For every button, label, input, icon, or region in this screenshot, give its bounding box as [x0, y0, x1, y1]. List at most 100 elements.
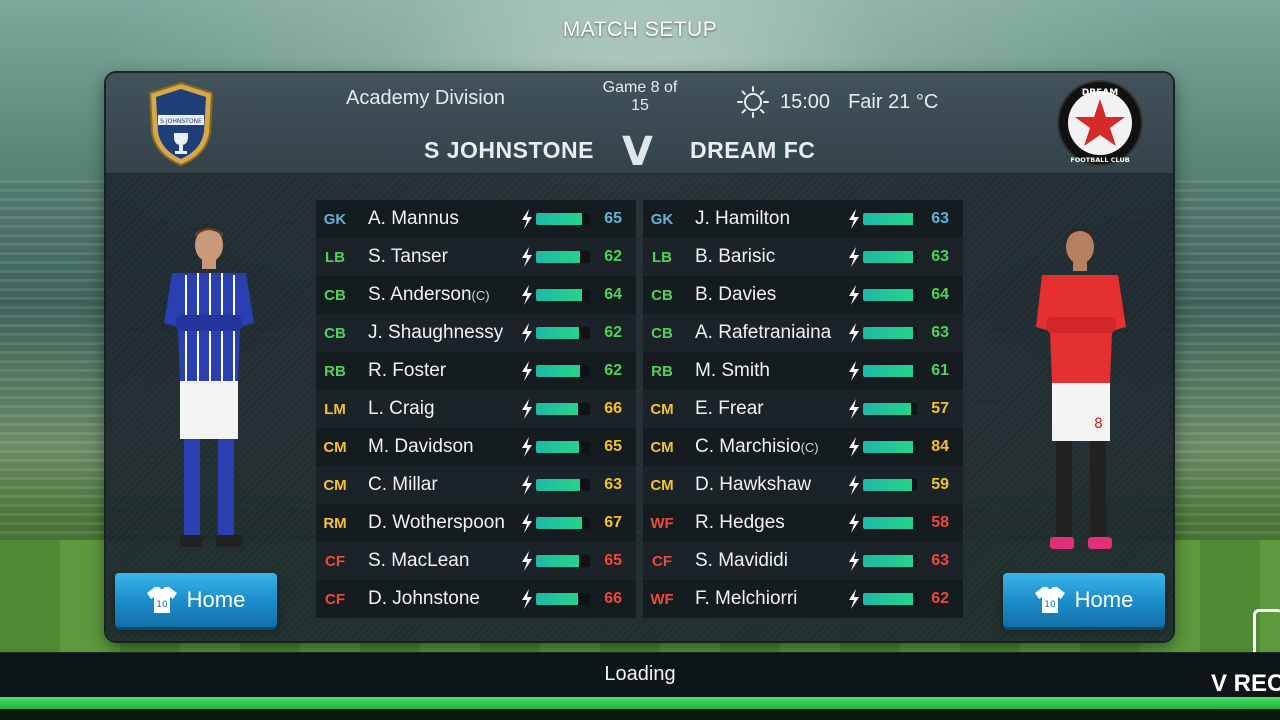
- player-row[interactable]: RB M. Smith 61: [643, 352, 963, 390]
- player-row[interactable]: LB S. Tanser 62: [316, 238, 636, 276]
- player-row[interactable]: CB B. Davies 64: [643, 276, 963, 314]
- player-row[interactable]: GK A. Mannus 65: [316, 200, 636, 238]
- player-rating: 62: [931, 590, 949, 607]
- player-row[interactable]: CM D. Hawkshaw 59: [643, 466, 963, 504]
- energy-bar: [536, 327, 590, 339]
- player-rating: 62: [604, 362, 622, 379]
- captain-badge: (C): [800, 440, 819, 455]
- lightning-icon: [522, 589, 532, 609]
- player-name: R. Hedges: [695, 512, 785, 533]
- lightning-icon: [849, 361, 859, 381]
- lightning-icon: [849, 513, 859, 533]
- player-name: J. Hamilton: [695, 208, 791, 229]
- lightning-icon: [522, 323, 532, 343]
- player-position: GK: [323, 210, 347, 228]
- energy-bar-fill: [863, 213, 913, 225]
- energy-bar: [536, 213, 590, 225]
- player-name: S. Tanser: [368, 246, 448, 267]
- away-team-name: DREAM FC: [690, 137, 816, 163]
- lightning-icon: [849, 399, 859, 419]
- player-name: A. Rafetraniaina: [695, 322, 832, 343]
- energy-meter: [847, 475, 917, 495]
- loading-status: Loading: [604, 663, 676, 685]
- energy-bar-fill: [536, 251, 581, 263]
- player-name-cell: F. Melchiorri: [681, 588, 847, 610]
- player-row[interactable]: CF S. MacLean 65: [316, 542, 636, 580]
- player-row[interactable]: CF D. Johnstone 66: [316, 580, 636, 618]
- player-name: E. Frear: [695, 398, 764, 419]
- away-crest-icon: DREAM FOOTBALL CLUB: [1057, 80, 1143, 166]
- player-row[interactable]: LB B. Barisic 63: [643, 238, 963, 276]
- energy-bar: [536, 403, 590, 415]
- home-kit-button[interactable]: 10 Home: [115, 573, 277, 627]
- player-position: CB: [324, 286, 346, 304]
- energy-meter: [847, 513, 917, 533]
- player-rating: 59: [931, 476, 949, 493]
- match-header: S JOHNSTONE Academy Division Game 8 of 1…: [106, 73, 1173, 175]
- lightning-icon: [849, 437, 859, 457]
- energy-bar: [536, 517, 590, 529]
- kickoff-time: 15:00: [780, 90, 831, 113]
- recorder-icon: [1253, 609, 1280, 657]
- player-row[interactable]: WF F. Melchiorri 62: [643, 580, 963, 618]
- player-row[interactable]: CM E. Frear 57: [643, 390, 963, 428]
- player-rating: 64: [604, 286, 622, 303]
- player-row[interactable]: CB J. Shaughnessy 62: [316, 314, 636, 352]
- energy-meter: [847, 285, 917, 305]
- energy-bar: [863, 327, 917, 339]
- energy-bar-fill: [863, 517, 913, 529]
- player-name: F. Melchiorri: [695, 588, 798, 609]
- player-name: C. Millar: [368, 474, 438, 495]
- player-name: M. Davidson: [368, 436, 474, 457]
- energy-bar: [863, 479, 917, 491]
- player-name-cell: C. Marchisio(C): [681, 436, 847, 458]
- home-lineup: GK A. Mannus 65 LB S. Tanser 62 CB S. Anderson(…: [316, 200, 636, 618]
- player-row[interactable]: LM L. Craig 66: [316, 390, 636, 428]
- player-row[interactable]: CB A. Rafetraniaina 63: [643, 314, 963, 352]
- player-name: J. Shaughnessy: [368, 322, 504, 343]
- shirt-icon: 10: [1034, 587, 1065, 613]
- lightning-icon: [522, 437, 532, 457]
- player-row[interactable]: CM C. Millar 63: [316, 466, 636, 504]
- home-crest-text: S JOHNSTONE: [160, 118, 202, 125]
- energy-bar-fill: [863, 289, 913, 301]
- energy-bar: [863, 593, 917, 605]
- energy-bar: [536, 365, 590, 377]
- energy-meter: [520, 589, 590, 609]
- energy-meter: [847, 247, 917, 267]
- player-row[interactable]: CF S. Mavididi 63: [643, 542, 963, 580]
- player-row[interactable]: CB S. Anderson(C) 64: [316, 276, 636, 314]
- player-row[interactable]: RM D. Wotherspoon 67: [316, 504, 636, 542]
- player-name-cell: E. Frear: [681, 398, 847, 420]
- away-kit-button[interactable]: 10 Home: [1003, 573, 1165, 627]
- player-name: D. Johnstone: [368, 588, 480, 609]
- player-row[interactable]: RB R. Foster 62: [316, 352, 636, 390]
- screen-title: MATCH SETUP: [562, 18, 718, 41]
- player-rating: 62: [604, 324, 622, 341]
- energy-bar: [863, 213, 917, 225]
- energy-bar-fill: [536, 517, 583, 529]
- player-row[interactable]: WF R. Hedges 58: [643, 504, 963, 542]
- home-kit-number: 10: [156, 600, 168, 610]
- player-position: CF: [652, 552, 672, 570]
- player-row[interactable]: CM M. Davidson 65: [316, 428, 636, 466]
- energy-bar-fill: [536, 479, 581, 491]
- player-rating: 66: [604, 590, 622, 607]
- player-row[interactable]: GK J. Hamilton 63: [643, 200, 963, 238]
- player-rating: 67: [604, 514, 622, 531]
- player-name: S. Mavididi: [695, 550, 788, 571]
- away-kit-label: Home: [1074, 587, 1134, 612]
- player-name: L. Craig: [368, 398, 435, 419]
- player-row[interactable]: CM C. Marchisio(C) 84: [643, 428, 963, 466]
- player-rating: 65: [604, 552, 622, 569]
- player-name: C. Marchisio: [695, 436, 801, 457]
- player-name-cell: D. Hawkshaw: [681, 474, 847, 496]
- player-rating: 65: [604, 210, 622, 227]
- energy-meter: [520, 323, 590, 343]
- energy-meter: [847, 209, 917, 229]
- recorder-watermark: V REC: [1211, 670, 1280, 697]
- energy-meter: [520, 551, 590, 571]
- player-name-cell: A. Mannus: [354, 208, 520, 230]
- energy-bar-fill: [863, 327, 913, 339]
- player-position: WF: [650, 590, 674, 608]
